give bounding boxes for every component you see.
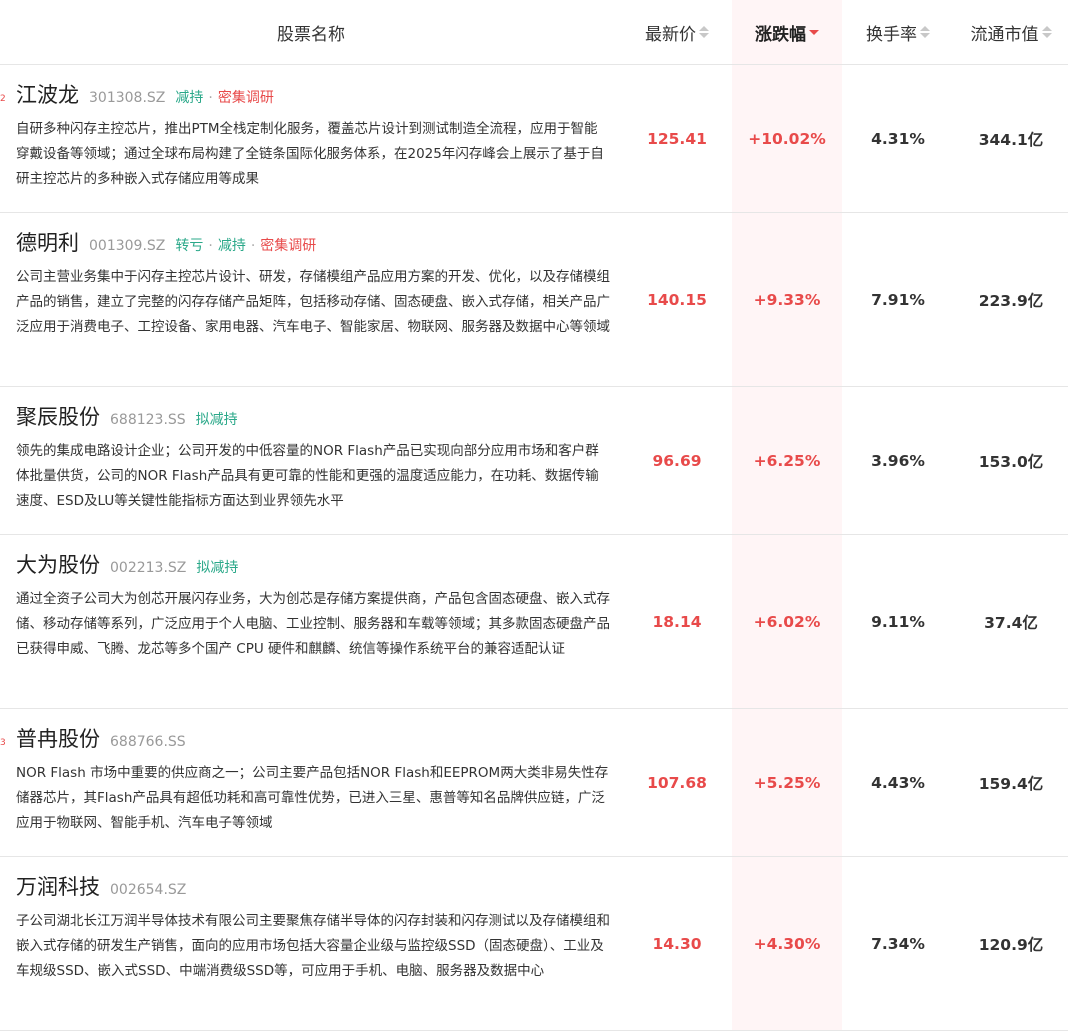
market-cap-cell: 223.9亿: [978, 291, 1044, 310]
rank-marker: 3: [0, 738, 6, 748]
change-cell: +6.25%: [753, 451, 821, 470]
price-cell: 96.69: [652, 451, 702, 470]
stock-name[interactable]: 江波龙: [16, 79, 79, 109]
header-market-cap-sort[interactable]: 流通市值: [954, 0, 1068, 64]
header-stock-name: 股票名称: [0, 0, 622, 64]
stock-info-cell: 聚辰股份 688123.SS 拟减持 领先的集成电路设计企业；公司开发的中低容量…: [0, 387, 622, 534]
stock-code: 002213.SZ: [110, 560, 187, 576]
sort-descending-icon: [809, 29, 819, 35]
turnover-cell: 7.91%: [871, 290, 925, 309]
change-cell: +5.25%: [753, 773, 821, 792]
stock-name[interactable]: 大为股份: [16, 549, 100, 579]
stock-name[interactable]: 普冉股份: [16, 723, 100, 753]
stock-title-line: 德明利 001309.SZ 转亏 · 减持 · 密集调研: [16, 227, 610, 259]
table-row[interactable]: 大为股份 002213.SZ 拟减持 通过全资子公司大为创芯开展闪存业务，大为创…: [0, 535, 1068, 709]
stock-tags: 拟减持: [196, 557, 238, 577]
change-cell: +9.33%: [753, 290, 821, 309]
header-price-label: 最新价: [645, 24, 696, 45]
header-change-sort[interactable]: 涨跌幅: [732, 0, 842, 64]
table-row[interactable]: 3 普冉股份 688766.SS NOR Flash 市场中重要的供应商之一；公…: [0, 709, 1068, 857]
stock-table: 股票名称 最新价 涨跌幅 换手率 流通市值 2 江波龙 301308.SZ 减持…: [0, 0, 1068, 1031]
price-cell: 107.68: [647, 773, 707, 792]
stock-tags: 拟减持: [196, 409, 238, 429]
table-row[interactable]: 聚辰股份 688123.SS 拟减持 领先的集成电路设计企业；公司开发的中低容量…: [0, 387, 1068, 535]
stock-info-cell: 3 普冉股份 688766.SS NOR Flash 市场中重要的供应商之一；公…: [0, 709, 622, 856]
stock-code: 688123.SS: [110, 412, 186, 428]
sort-icon: [920, 26, 930, 38]
header-turnover-sort[interactable]: 换手率: [842, 0, 954, 64]
turnover-cell: 4.43%: [871, 773, 925, 792]
price-cell: 14.30: [652, 934, 702, 953]
stock-tags: 转亏 · 减持 · 密集调研: [175, 235, 316, 255]
stock-code: 001309.SZ: [89, 238, 166, 254]
stock-title-line: 万润科技 002654.SZ: [16, 871, 610, 903]
change-cell: +10.02%: [748, 129, 826, 148]
turnover-cell: 7.34%: [871, 934, 925, 953]
rank-marker: 2: [0, 94, 6, 104]
stock-tag[interactable]: 减持: [218, 238, 246, 254]
market-cap-cell: 153.0亿: [978, 452, 1044, 471]
stock-title-line: 聚辰股份 688123.SS 拟减持: [16, 401, 610, 433]
market-cap-cell: 159.4亿: [978, 774, 1044, 793]
tag-separator: ·: [250, 238, 256, 254]
price-cell: 18.14: [652, 612, 702, 631]
stock-description: NOR Flash 市场中重要的供应商之一；公司主要产品包括NOR Flash和…: [16, 765, 609, 831]
stock-tag[interactable]: 拟减持: [196, 560, 238, 576]
tag-separator: ·: [208, 90, 213, 106]
market-cap-cell: 344.1亿: [978, 130, 1044, 149]
stock-tags: 减持 · 密集调研: [175, 87, 273, 107]
stock-info-cell: 德明利 001309.SZ 转亏 · 减持 · 密集调研 公司主营业务集中于闪存主控芯片…: [0, 213, 622, 386]
price-cell: 125.41: [647, 129, 707, 148]
header-price-sort[interactable]: 最新价: [622, 0, 732, 64]
stock-name[interactable]: 德明利: [16, 227, 79, 257]
stock-name[interactable]: 聚辰股份: [16, 401, 100, 431]
stock-description: 自研多种闪存主控芯片，推出PTM全栈定制化服务，覆盖芯片设计到测试制造全流程，应…: [16, 121, 604, 187]
header-turnover-label: 换手率: [866, 24, 917, 45]
header-change-label: 涨跌幅: [755, 24, 806, 45]
stock-tag[interactable]: 减持: [175, 90, 203, 106]
stock-title-line: 大为股份 002213.SZ 拟减持: [16, 549, 610, 581]
price-cell: 140.15: [647, 290, 707, 309]
stock-info-cell: 大为股份 002213.SZ 拟减持 通过全资子公司大为创芯开展闪存业务，大为创…: [0, 535, 622, 708]
change-cell: +4.30%: [753, 934, 821, 953]
stock-title-line: 普冉股份 688766.SS: [16, 723, 610, 755]
stock-description: 通过全资子公司大为创芯开展闪存业务，大为创芯是存储方案提供商，产品包含固态硬盘、…: [16, 591, 610, 657]
table-row[interactable]: 2 江波龙 301308.SZ 减持 · 密集调研 自研多种闪存主控芯片，推出PTM…: [0, 65, 1068, 213]
turnover-cell: 4.31%: [871, 129, 925, 148]
header-market-cap-label: 流通市值: [970, 24, 1039, 45]
table-row[interactable]: 万润科技 002654.SZ 子公司湖北长江万润半导体技术有限公司主要聚焦存储半…: [0, 857, 1068, 1031]
stock-tag[interactable]: 密集调研: [218, 90, 274, 106]
change-cell: +6.02%: [753, 612, 821, 631]
market-cap-cell: 120.9亿: [978, 935, 1044, 954]
stock-info-cell: 万润科技 002654.SZ 子公司湖北长江万润半导体技术有限公司主要聚焦存储半…: [0, 857, 622, 1030]
stock-code: 301308.SZ: [89, 90, 166, 106]
table-header: 股票名称 最新价 涨跌幅 换手率 流通市值: [0, 0, 1068, 65]
sort-icon: [699, 26, 709, 38]
sort-icon: [1041, 26, 1052, 38]
stock-description: 子公司湖北长江万润半导体技术有限公司主要聚焦存储半导体的闪存封装和闪存测试以及存…: [16, 913, 610, 979]
market-cap-cell: 37.4亿: [984, 613, 1038, 632]
stock-title-line: 江波龙 301308.SZ 减持 · 密集调研: [16, 79, 610, 111]
stock-tag[interactable]: 转亏: [175, 238, 203, 254]
stock-tag[interactable]: 拟减持: [196, 412, 238, 428]
stock-code: 688766.SS: [110, 734, 186, 750]
turnover-cell: 3.96%: [871, 451, 925, 470]
turnover-cell: 9.11%: [871, 612, 925, 631]
stock-description: 公司主营业务集中于闪存主控芯片设计、研发，存储模组产品应用方案的开发、优化，以及…: [16, 269, 610, 335]
stock-tag[interactable]: 密集调研: [260, 238, 316, 254]
stock-description: 领先的集成电路设计企业；公司开发的中低容量的NOR Flash产品已实现向部分应…: [16, 443, 599, 509]
stock-name[interactable]: 万润科技: [16, 871, 100, 901]
stock-code: 002654.SZ: [110, 882, 187, 898]
header-stock-name-label: 股票名称: [277, 24, 345, 45]
stock-info-cell: 2 江波龙 301308.SZ 减持 · 密集调研 自研多种闪存主控芯片，推出PTM…: [0, 65, 622, 212]
tag-separator: ·: [208, 238, 213, 254]
table-row[interactable]: 德明利 001309.SZ 转亏 · 减持 · 密集调研 公司主营业务集中于闪存主控芯片…: [0, 213, 1068, 387]
